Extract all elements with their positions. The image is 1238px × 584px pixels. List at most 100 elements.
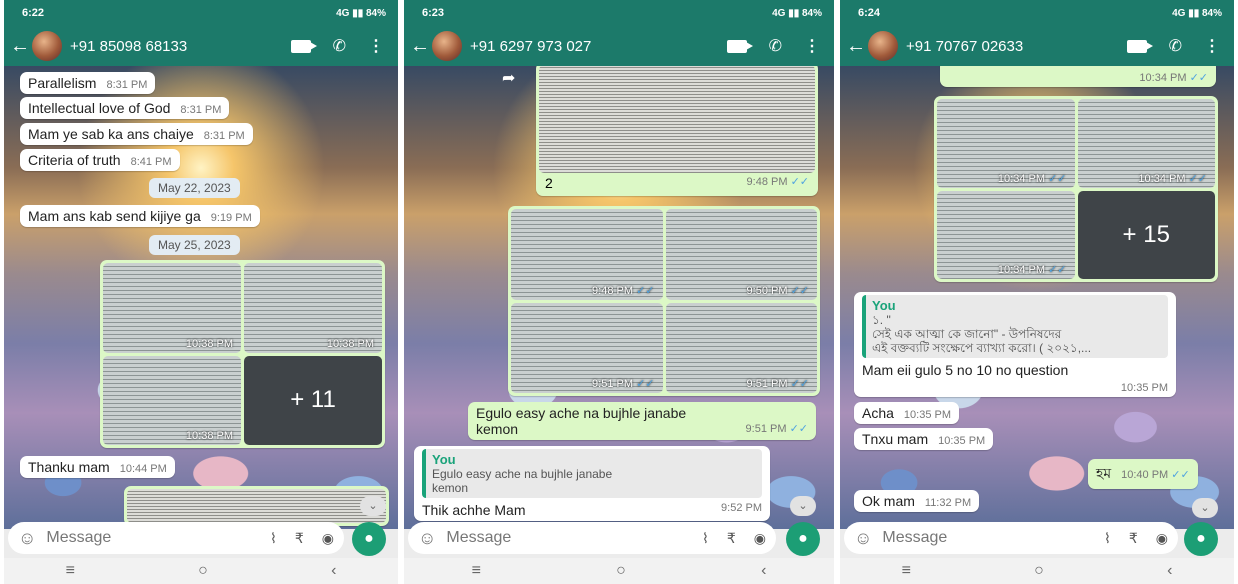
- message-outgoing[interactable]: হম 10:40 PM ✓✓: [1088, 459, 1198, 489]
- system-nav-bar: ≡ ○ ‹: [404, 558, 834, 584]
- arrow-left-icon[interactable]: ←: [10, 35, 30, 58]
- composer: ☺ Message ⌇ ₹ ◉ ●: [840, 522, 1234, 558]
- emoji-icon[interactable]: ☺: [18, 528, 36, 549]
- media-album[interactable]: 10:38 PM 10:38 PM 10:38 PM + 11: [100, 260, 385, 448]
- media-more-tile[interactable]: + 11: [244, 355, 382, 445]
- media-thumbnail[interactable]: 10:34 PM ✓✓: [937, 190, 1075, 279]
- date-chip: May 22, 2023: [149, 178, 240, 198]
- attach-icon[interactable]: ⌇: [702, 530, 709, 547]
- home-icon[interactable]: ○: [198, 562, 208, 580]
- message-incoming[interactable]: Intellectual love of God 8:31 PM: [20, 97, 230, 119]
- media-thumbnail[interactable]: 9:50 PM ✓✓: [665, 209, 817, 300]
- emoji-icon[interactable]: ☺: [418, 528, 436, 549]
- media-album[interactable]: 10:34 PM ✓✓ 10:34 PM ✓✓ 10:34 PM ✓✓ + 15: [934, 96, 1218, 282]
- message-incoming[interactable]: Ok mam 11:32 PM: [854, 490, 980, 512]
- message-reply[interactable]: You Egulo easy ache na bujhle janabe kem…: [414, 446, 770, 521]
- rupee-icon[interactable]: ₹: [727, 530, 736, 547]
- media-album[interactable]: 9:48 PM ✓✓ 9:50 PM ✓✓ 9:51 PM ✓✓ 9:51 PM…: [508, 206, 820, 396]
- home-icon[interactable]: ○: [616, 562, 626, 580]
- scroll-down-button[interactable]: ⌄: [360, 496, 386, 516]
- quoted-message[interactable]: You Egulo easy ache na bujhle janabe kem…: [422, 449, 762, 498]
- message-incoming[interactable]: Tnxu mam 10:35 PM: [854, 428, 994, 450]
- attach-icon[interactable]: ⌇: [1104, 530, 1111, 547]
- media-thumbnail[interactable]: 10:34 PM ✓✓: [1077, 99, 1215, 188]
- avatar[interactable]: [32, 31, 62, 61]
- quoted-message[interactable]: You ১. " সেই এক আত্মা কে জানো" - উপনিষদে…: [862, 295, 1168, 358]
- arrow-left-icon[interactable]: ←: [410, 35, 430, 58]
- emoji-icon[interactable]: ☺: [854, 528, 872, 549]
- phone-icon[interactable]: ✆: [333, 36, 346, 56]
- contact-name[interactable]: +91 85098 68133: [70, 38, 291, 55]
- status-indicators: 4G ▮▮ 84%: [1172, 7, 1222, 19]
- contact-name[interactable]: +91 6297 973 027: [470, 38, 727, 55]
- more-vert-icon[interactable]: ⋮: [804, 36, 820, 56]
- message-incoming[interactable]: Criteria of truth 8:41 PM: [20, 149, 180, 171]
- media-thumbnail[interactable]: 10:34 PM ✓✓: [937, 99, 1075, 188]
- more-vert-icon[interactable]: ⋮: [368, 36, 384, 56]
- video-call-icon[interactable]: [726, 39, 753, 53]
- media-thumbnail[interactable]: 10:38 PM: [244, 263, 382, 353]
- media-thumbnail[interactable]: 10:38 PM: [103, 263, 241, 353]
- screenshot-collage: 6:22 4G ▮▮ 84% ← +91 85098 68133 ✆ ⋮ Par…: [0, 0, 1238, 584]
- attach-icon[interactable]: ⌇: [270, 530, 277, 547]
- rupee-icon[interactable]: ₹: [1129, 530, 1138, 547]
- nav-back-icon[interactable]: ‹: [1167, 562, 1172, 580]
- nav-back-icon[interactable]: ‹: [761, 562, 766, 580]
- mic-icon[interactable]: ●: [1184, 522, 1218, 556]
- recent-apps-icon[interactable]: ≡: [472, 562, 481, 580]
- mic-icon[interactable]: ●: [352, 522, 386, 556]
- document-preview[interactable]: [124, 486, 389, 526]
- video-call-icon[interactable]: [290, 39, 317, 53]
- chat-header: ← +91 85098 68133 ✆ ⋮: [4, 26, 398, 66]
- status-bar: 6:23 4G ▮▮ 84%: [404, 0, 834, 26]
- chat-area[interactable]: ➦ 2 9:48 PM ✓✓ 9:48 PM ✓✓ 9:50 PM ✓✓ 9:5…: [404, 66, 834, 529]
- message-outgoing[interactable]: Egulo easy ache na bujhle janabe kemon 9:…: [468, 402, 816, 440]
- forward-icon[interactable]: ➦: [502, 68, 515, 88]
- image-message[interactable]: 2 9:48 PM ✓✓: [536, 66, 818, 196]
- message-incoming[interactable]: Acha 10:35 PM: [854, 402, 960, 424]
- scroll-down-button[interactable]: ⌄: [790, 496, 816, 516]
- mic-icon[interactable]: ●: [786, 522, 820, 556]
- scroll-down-button[interactable]: ⌄: [1192, 498, 1218, 518]
- video-call-icon[interactable]: [1126, 39, 1153, 53]
- message-input[interactable]: ☺ Message ⌇ ₹ ◉: [844, 522, 1178, 554]
- message-outgoing[interactable]: 10:34 PM ✓✓: [940, 66, 1216, 87]
- media-thumbnail[interactable]: 9:51 PM ✓✓: [665, 302, 817, 393]
- nav-back-icon[interactable]: ‹: [331, 562, 336, 580]
- camera-icon[interactable]: ◉: [322, 530, 334, 547]
- status-time: 6:23: [422, 7, 445, 19]
- camera-icon[interactable]: ◉: [1156, 530, 1168, 547]
- home-icon[interactable]: ○: [1034, 562, 1044, 580]
- chat-screen-2: 6:23 4G ▮▮ 84% ← +91 6297 973 027 ✆ ⋮ ➦ …: [404, 0, 834, 584]
- message-input[interactable]: ☺ Message ⌇ ₹ ◉: [408, 522, 776, 554]
- media-more-tile[interactable]: + 15: [1077, 190, 1215, 279]
- media-thumbnail[interactable]: 10:38 PM: [103, 355, 241, 445]
- message-incoming[interactable]: Parallelism 8:31 PM: [20, 72, 156, 94]
- phone-icon[interactable]: ✆: [1169, 36, 1182, 56]
- media-thumbnail[interactable]: 9:48 PM ✓✓: [511, 209, 663, 300]
- arrow-left-icon[interactable]: ←: [846, 35, 866, 58]
- recent-apps-icon[interactable]: ≡: [902, 562, 911, 580]
- rupee-icon[interactable]: ₹: [295, 530, 304, 547]
- composer: ☺ Message ⌇ ₹ ◉ ●: [4, 522, 398, 558]
- system-nav-bar: ≡ ○ ‹: [4, 558, 398, 584]
- avatar[interactable]: [432, 31, 462, 61]
- recent-apps-icon[interactable]: ≡: [66, 562, 75, 580]
- chat-area[interactable]: Parallelism 8:31 PM Intellectual love of …: [4, 66, 398, 529]
- message-incoming[interactable]: Mam ans kab send kijiye ga 9:19 PM: [20, 205, 260, 227]
- media-thumbnail[interactable]: 9:51 PM ✓✓: [511, 302, 663, 393]
- message-incoming[interactable]: Mam ye sab ka ans chaiye 8:31 PM: [20, 123, 253, 145]
- composer: ☺ Message ⌇ ₹ ◉ ●: [404, 522, 834, 558]
- message-incoming[interactable]: Thanku mam 10:44 PM: [20, 456, 175, 478]
- contact-name[interactable]: +91 70767 02633: [906, 38, 1127, 55]
- phone-icon[interactable]: ✆: [769, 36, 782, 56]
- status-time: 6:24: [858, 7, 881, 19]
- chat-area[interactable]: 10:34 PM ✓✓ 10:34 PM ✓✓ 10:34 PM ✓✓ 10:3…: [840, 66, 1234, 529]
- more-vert-icon[interactable]: ⋮: [1204, 36, 1220, 56]
- date-chip: May 25, 2023: [149, 235, 240, 255]
- message-reply[interactable]: You ১. " সেই এক আত্মা কে জানো" - উপনিষদে…: [854, 292, 1176, 397]
- message-input[interactable]: ☺ Message ⌇ ₹ ◉: [8, 522, 344, 554]
- chat-header: ← +91 70767 02633 ✆ ⋮: [840, 26, 1234, 66]
- avatar[interactable]: [868, 31, 898, 61]
- camera-icon[interactable]: ◉: [754, 530, 766, 547]
